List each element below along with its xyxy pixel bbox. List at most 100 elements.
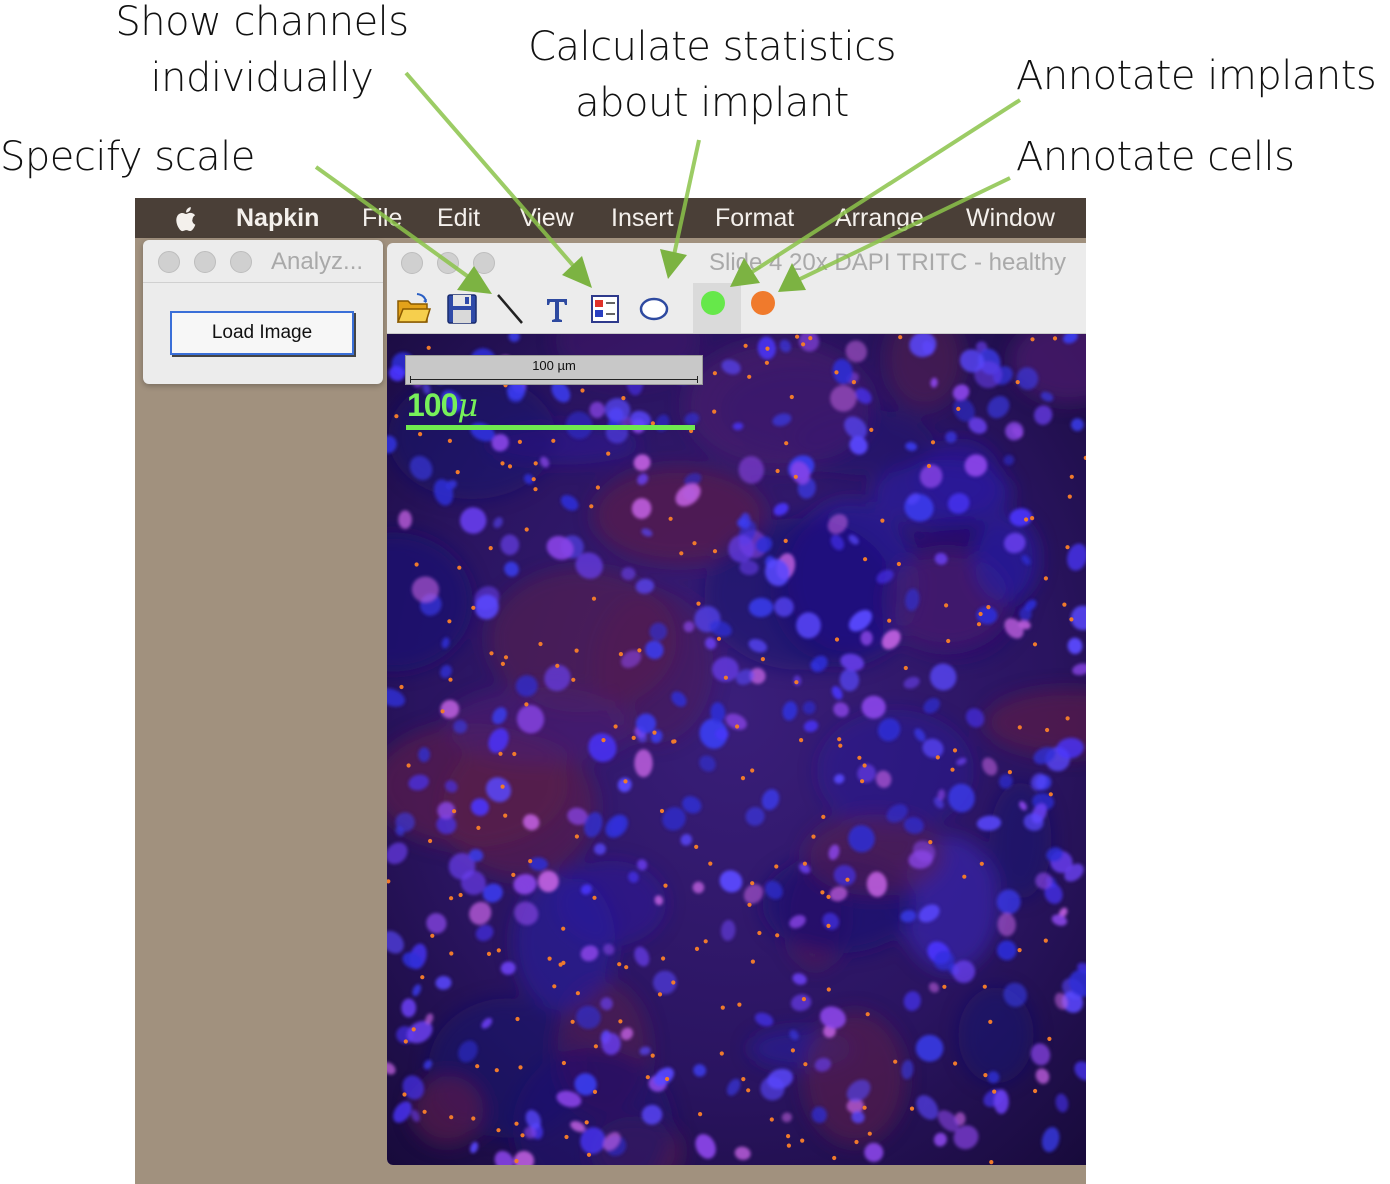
cell-annotation-dot (953, 1061, 958, 1066)
cell-annotation-dot (698, 1112, 703, 1117)
cell-annotation-dot (765, 346, 770, 351)
cell-annotation-dot (584, 1120, 589, 1125)
cell-annotation-dot (503, 655, 509, 660)
cell-annotation-dot (631, 735, 636, 740)
cell-annotation-dot (956, 406, 961, 411)
cell-annotation-dot (489, 651, 494, 656)
menu-format[interactable]: Format (715, 203, 794, 233)
cell-annotation-dot (786, 1143, 791, 1148)
minimize-button[interactable] (194, 251, 216, 273)
cell-annotation-dot (851, 380, 856, 385)
cell-annotation-dot (514, 1158, 519, 1164)
analyze-window-titlebar[interactable]: Analyz... (143, 240, 383, 283)
menu-arrange[interactable]: Arrange (835, 203, 924, 233)
cell-annotation-dot (1033, 1088, 1038, 1094)
zoom-button[interactable] (473, 252, 495, 274)
zoom-button[interactable] (230, 251, 252, 273)
microscopy-image[interactable]: 100 µm 100μ (387, 297, 1086, 1165)
cell-annotation-dot (1069, 617, 1074, 622)
cell-annotation-dot (1017, 725, 1022, 730)
cell-annotation-dot (834, 370, 839, 375)
cell-annotation-dot (1043, 938, 1048, 943)
cell-annotation-dot (440, 709, 445, 714)
cell-annotation-dot (512, 751, 517, 757)
callout-show-channels-line-1: Show channels (115, 0, 409, 45)
cell-annotation-dot (496, 948, 501, 953)
cell-annotation-dot (708, 861, 713, 866)
scale-annotation-value: 100 (407, 387, 458, 423)
cell-annotation-dot (503, 813, 508, 818)
cell-annotation-dot (1069, 474, 1074, 479)
fluorescence-image (387, 297, 1086, 1165)
apple-logo-icon[interactable] (173, 204, 201, 234)
cell-annotation-dot (500, 461, 505, 466)
cell-annotation-dot (475, 1064, 480, 1069)
cell-annotation-dot (896, 561, 901, 567)
cell-annotation-dot (657, 992, 663, 997)
cell-annotation-dot (575, 991, 580, 996)
cell-annotation-dot (520, 1133, 525, 1138)
image-window-titlebar[interactable]: Slide 4 20x DAPI TRITC - healthy (387, 243, 1086, 283)
callout-specify-scale: Specify scale (0, 134, 255, 180)
scale-bar[interactable]: 100 µm (405, 355, 703, 385)
cell-annotation-dot (494, 1068, 499, 1073)
load-image-button[interactable]: Load Image (170, 311, 354, 355)
cell-annotation-dot (832, 1155, 837, 1161)
save-disk-icon[interactable] (442, 289, 482, 329)
cell-annotation-dot (458, 892, 463, 898)
ellipse-icon[interactable] (634, 289, 674, 329)
cell-annotation-dot (982, 984, 987, 989)
callout-calculate-statistics-line-1: Calculate statistics (528, 24, 896, 70)
callout-show-channels-line-2: individually (150, 55, 374, 101)
channels-icon[interactable] (585, 289, 625, 329)
close-button[interactable] (401, 252, 423, 274)
cell-annotation-dot (449, 896, 454, 901)
menu-insert[interactable]: Insert (611, 203, 674, 233)
cell-annotation-dot (789, 394, 794, 400)
cell-annotation-dot (801, 342, 806, 347)
cell-annotation-dot (1067, 494, 1072, 499)
cell-annotation-dot (1015, 380, 1020, 385)
cell-annotation-dot (558, 962, 563, 967)
open-folder-icon[interactable] (393, 289, 433, 329)
cell-annotation-dot (760, 657, 765, 662)
scale-annotation-line[interactable] (406, 425, 695, 430)
cell-annotation-dot (720, 1005, 725, 1010)
close-button[interactable] (158, 251, 180, 273)
cell-annotation-dot (591, 596, 597, 601)
cell-annotation-dot (740, 776, 746, 781)
cell-nucleus (398, 510, 412, 529)
scale-bar-label: 100 µm (532, 358, 576, 373)
scale-bar-line (410, 376, 698, 383)
cell-annotation-dot (571, 677, 576, 682)
cell-annotation-dot (420, 975, 425, 980)
text-icon[interactable] (537, 289, 577, 329)
cell-annotation-dot (989, 1160, 994, 1165)
orange-dot-icon[interactable] (743, 283, 791, 333)
minimize-button[interactable] (437, 252, 459, 274)
cell-annotation-dot (496, 1128, 501, 1133)
cell-annotation-dot (507, 464, 513, 469)
line-icon[interactable] (490, 289, 530, 329)
cell-annotation-dot (757, 930, 762, 936)
cell-annotation-dot (962, 874, 967, 879)
cell-annotation-dot (524, 702, 529, 707)
menu-app-name[interactable]: Napkin (236, 203, 319, 233)
cell-annotation-dot (764, 360, 769, 365)
cell-annotation-dot (621, 396, 626, 401)
cell-annotation-dot (394, 414, 399, 419)
green-dot-icon[interactable] (693, 283, 741, 333)
cell-annotation-dot (595, 485, 600, 490)
cell-annotation-dot (735, 724, 740, 729)
cell-annotation-dot (845, 877, 850, 882)
cell-annotation-dot (452, 809, 457, 814)
cell-annotation-dot (538, 641, 543, 647)
menu-window[interactable]: Window (966, 203, 1055, 233)
menu-edit[interactable]: Edit (437, 203, 480, 233)
menu-view[interactable]: View (520, 203, 574, 233)
cell-annotation-dot (1007, 770, 1013, 775)
cell-annotation-dot (426, 345, 431, 350)
cell-annotation-dot (826, 894, 831, 900)
menu-file[interactable]: File (362, 203, 402, 233)
cell-annotation-dot (737, 1002, 742, 1007)
